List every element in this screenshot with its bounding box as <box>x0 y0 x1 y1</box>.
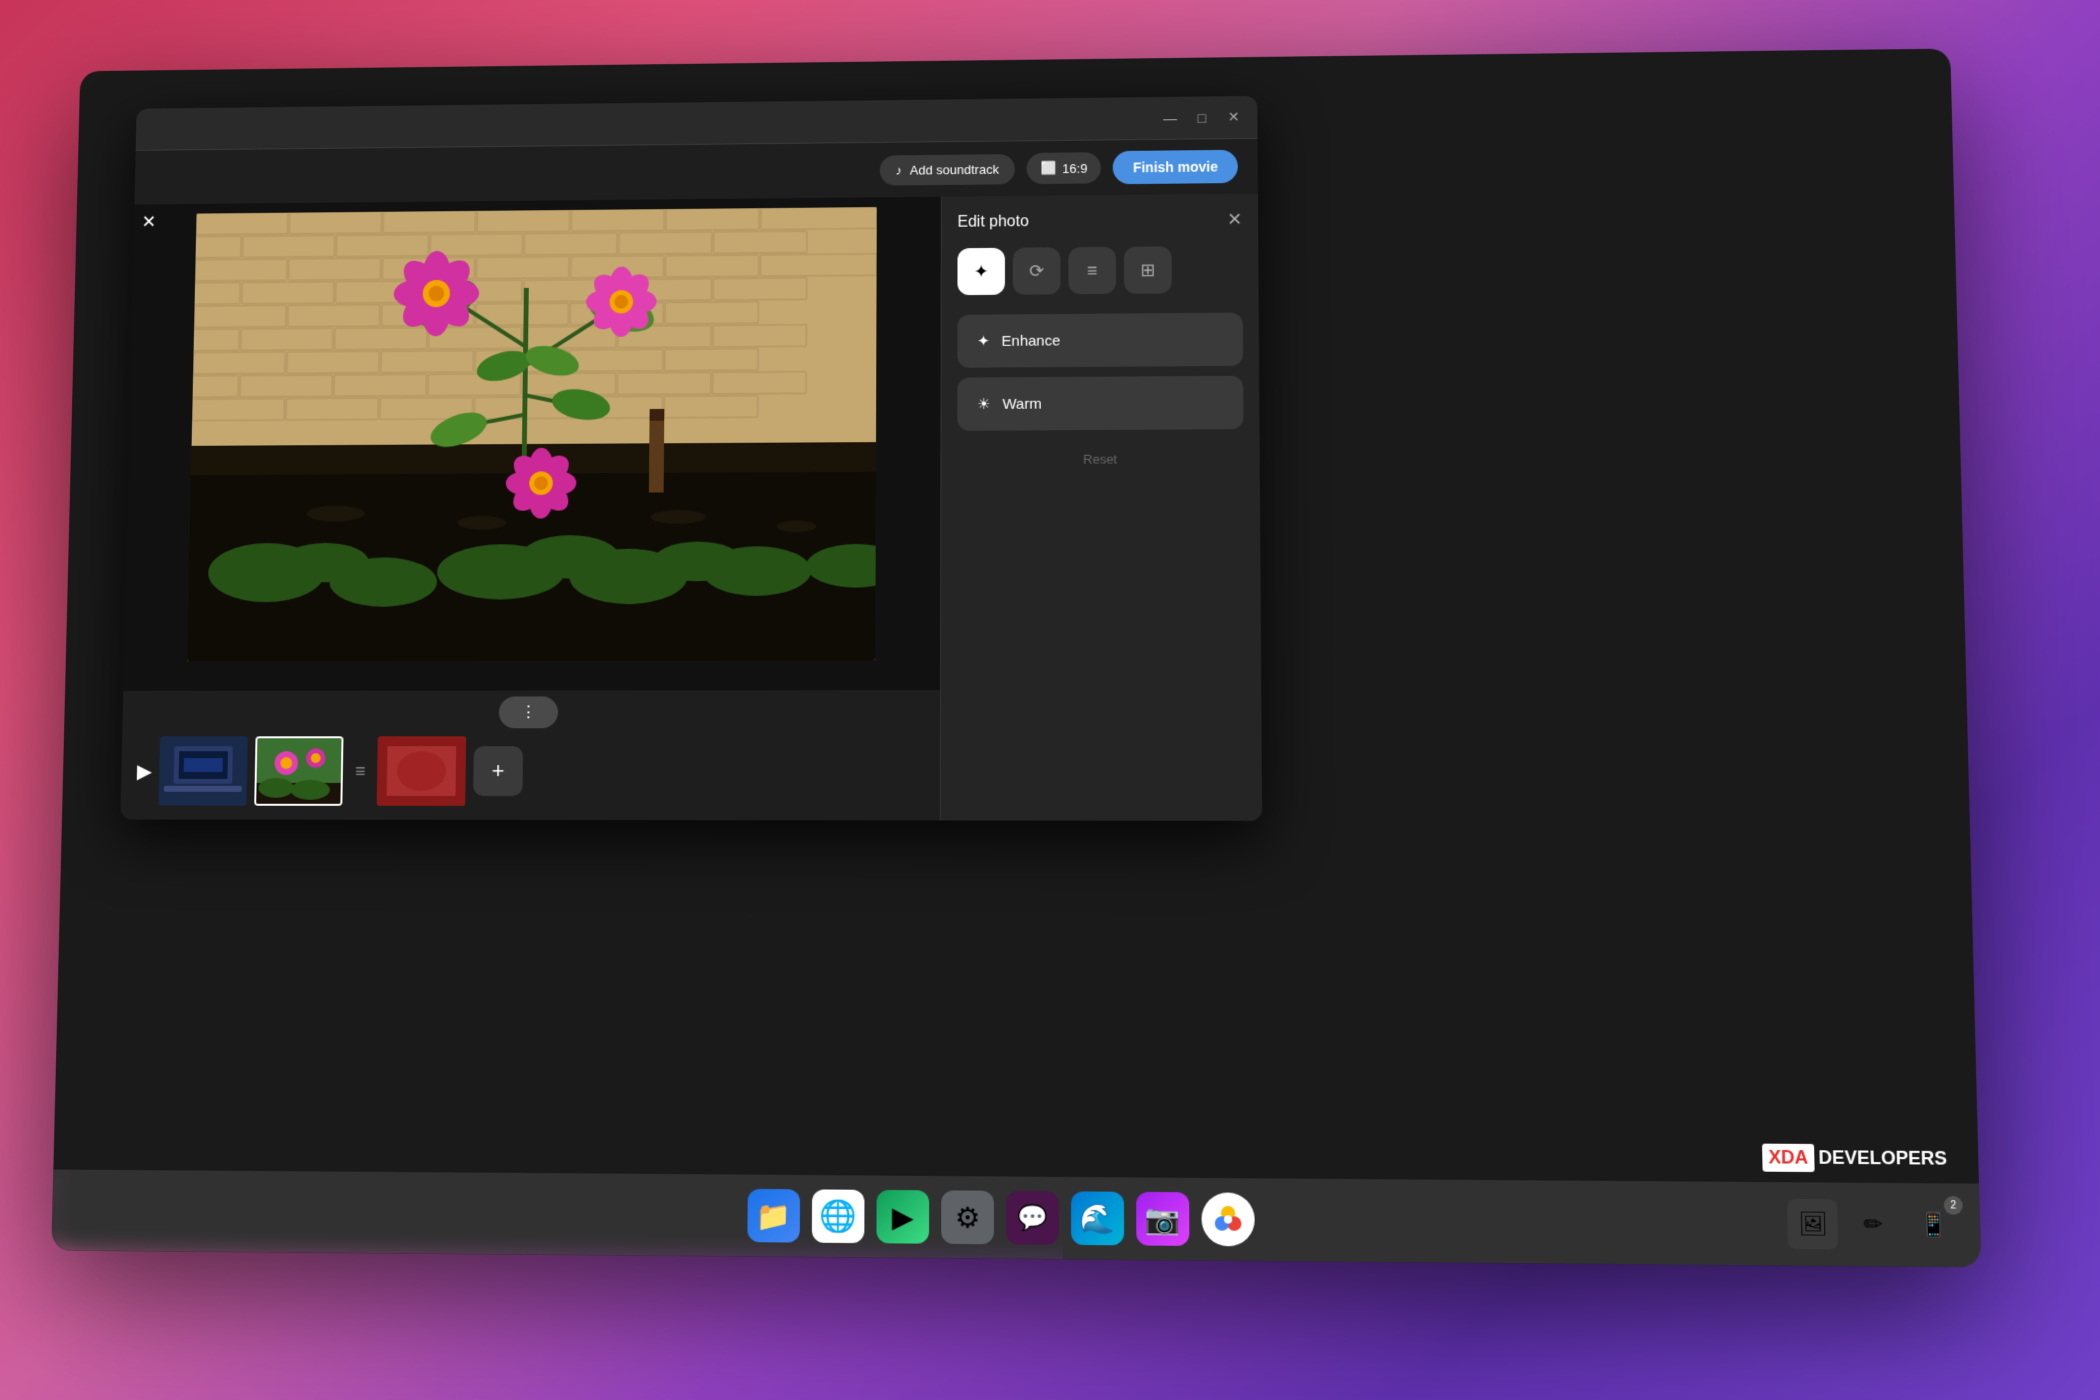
tab-enhance[interactable]: ✦ <box>957 248 1004 295</box>
enhance-label: Enhance <box>1002 332 1061 349</box>
tab-adjust[interactable]: ≡ <box>1068 247 1116 294</box>
laptop-frame: — □ ✕ ♪ Add soundtrack ⬜ 16:9 Finish mov… <box>51 49 1981 1268</box>
add-media-button[interactable]: + <box>473 746 523 796</box>
aspect-ratio-button[interactable]: ⬜ 16:9 <box>1027 152 1102 184</box>
edit-tabs: ✦ ⟳ ≡ ⊞ <box>957 246 1242 295</box>
close-button[interactable]: ✕ <box>1222 105 1246 129</box>
timeline-thumb-red[interactable] <box>377 736 466 806</box>
finish-movie-button[interactable]: Finish movie <box>1113 150 1238 184</box>
taskbar-slack[interactable]: 💬 <box>1006 1191 1059 1245</box>
taskbar-settings[interactable]: ⚙ <box>941 1190 994 1244</box>
window-controls: — □ ✕ <box>1158 105 1245 129</box>
taskbar: 📁 🌐 ▶ ⚙ 💬 🌊 📷 <box>51 1169 1981 1267</box>
video-frame <box>187 207 877 661</box>
ratio-label: 16:9 <box>1062 161 1087 176</box>
xda-suffix-label: DEVELOPERS <box>1818 1147 1947 1170</box>
timeline-thumb-laptop[interactable] <box>159 736 248 805</box>
edge-icon: 🌊 <box>1080 1201 1116 1235</box>
ratio-icon: ⬜ <box>1040 160 1056 176</box>
tablet-icon[interactable]: 📱 2 <box>1908 1200 1959 1251</box>
add-soundtrack-button[interactable]: ♪ Add soundtrack <box>880 154 1015 186</box>
taskbar-editor: 🖼 <box>1787 1199 1838 1249</box>
music-icon: ♪ <box>896 163 902 178</box>
enhance-icon: ✦ <box>977 332 989 350</box>
taskbar-photos-app[interactable]: 📷 <box>1136 1192 1189 1246</box>
desktop: — □ ✕ ♪ Add soundtrack ⬜ 16:9 Finish mov… <box>0 0 2100 1400</box>
xda-box-label: XDA <box>1762 1144 1815 1172</box>
edit-panel: Edit photo ✕ ✦ ⟳ ≡ ⊞ ✦ Enhance ☀ <box>940 194 1262 821</box>
play-icon: ▶ <box>137 761 152 783</box>
drag-handle-icon: ≡ <box>351 761 370 782</box>
close-edit-panel-button[interactable]: ✕ <box>1227 209 1242 230</box>
tab-rotate[interactable]: ⟳ <box>1013 247 1061 294</box>
taskbar-right-area: 🖼 ✏ 📱 2 <box>1787 1199 1960 1251</box>
edit-panel-header: Edit photo ✕ <box>958 209 1243 232</box>
maximize-button[interactable]: □ <box>1190 106 1214 130</box>
taskbar-play-store[interactable]: ▶ <box>876 1190 929 1244</box>
taskbar-google-photos[interactable] <box>1201 1192 1254 1246</box>
taskbar-files[interactable]: 📁 <box>747 1189 800 1243</box>
badge-count: 2 <box>1944 1196 1963 1215</box>
reset-label: Reset <box>1083 452 1117 467</box>
timeline-options-button[interactable]: ⋮ <box>499 696 558 728</box>
video-close-button[interactable]: ✕ <box>141 212 156 232</box>
video-area: ✕ <box>120 197 941 821</box>
settings-icon: ⚙ <box>955 1200 980 1234</box>
reset-button[interactable]: Reset <box>957 443 1244 475</box>
xda-watermark: XDA DEVELOPERS <box>1762 1144 1947 1173</box>
pen-tool-icon[interactable]: ✏ <box>1848 1199 1899 1250</box>
slack-icon: 💬 <box>1017 1203 1047 1233</box>
editor-icon: 🖼 <box>1798 1210 1828 1237</box>
taskbar-edge[interactable]: 🌊 <box>1071 1191 1124 1245</box>
google-photos-icon <box>1212 1203 1245 1236</box>
taskbar-chrome[interactable]: 🌐 <box>812 1189 865 1243</box>
more-options-icon: ⋮ <box>520 702 536 722</box>
chrome-icon: 🌐 <box>819 1198 857 1234</box>
finish-movie-label: Finish movie <box>1133 159 1218 175</box>
timeline-thumb-flowers[interactable] <box>255 736 344 806</box>
warm-icon: ☀ <box>977 395 990 413</box>
pen-icon: ✏ <box>1863 1211 1883 1238</box>
app-window: — □ ✕ ♪ Add soundtrack ⬜ 16:9 Finish mov… <box>120 96 1262 821</box>
device-icon: 📱 <box>1919 1211 1948 1238</box>
play-store-icon: ▶ <box>892 1200 914 1234</box>
minimize-button[interactable]: — <box>1158 106 1182 130</box>
photos-app-icon: 📷 <box>1145 1202 1181 1236</box>
photos-editor-icon[interactable]: 🖼 <box>1787 1199 1838 1249</box>
add-icon: + <box>492 758 505 784</box>
main-content: ✕ <box>120 194 1262 821</box>
edit-panel-title: Edit photo <box>958 213 1029 231</box>
play-button[interactable]: ▶ <box>137 759 153 784</box>
soundtrack-label: Add soundtrack <box>910 162 999 178</box>
warm-label: Warm <box>1002 395 1041 412</box>
tab-crop[interactable]: ⊞ <box>1124 246 1172 294</box>
enhance-button[interactable]: ✦ Enhance <box>957 313 1243 368</box>
files-icon: 📁 <box>756 1199 791 1233</box>
timeline-area: ⋮ ▶ <box>120 690 940 820</box>
warm-button[interactable]: ☀ Warm <box>957 376 1243 431</box>
timeline-strip: ▶ <box>121 736 940 806</box>
